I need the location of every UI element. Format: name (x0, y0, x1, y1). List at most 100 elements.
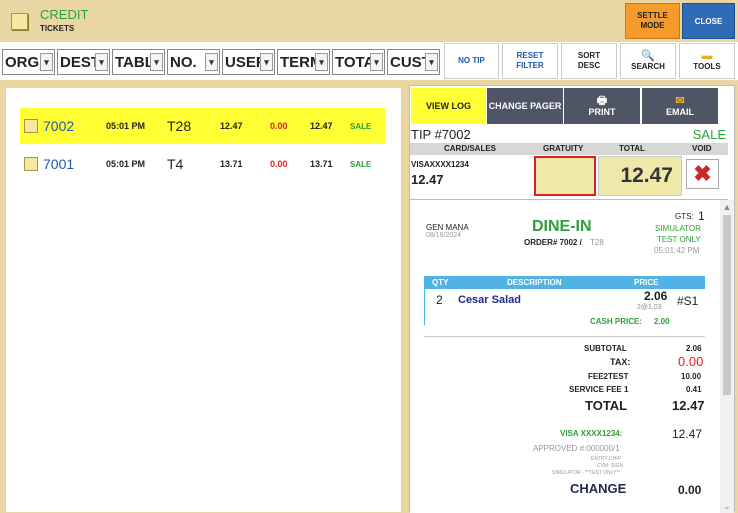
order-table: T28 (590, 238, 604, 247)
filter-customer[interactable]: CUST ▾ (387, 49, 440, 75)
reset-filter-label: RESET FILTER (516, 51, 544, 70)
print-button[interactable]: 🖶 PRINT (564, 88, 641, 124)
order-type: DINE-IN (532, 218, 592, 235)
card-amount: 12.47 (411, 172, 444, 187)
order-number: ORDER# 7002 / (524, 238, 582, 247)
email-button[interactable]: ✉ EMAIL (642, 88, 719, 124)
cvm-method: CVM: SIGN (597, 463, 624, 469)
settle-mode-button[interactable]: SETTLE MODE (625, 3, 680, 39)
filter-label: NO. (170, 53, 197, 71)
ticket-tip: 0.00 (270, 121, 288, 131)
test-only-label: TEST ONLY (657, 235, 701, 244)
chevron-down-icon[interactable]: ⌄ (720, 499, 734, 513)
change-label: CHANGE (570, 481, 627, 496)
gratuity-input[interactable] (534, 156, 596, 196)
cash-price-label: CASH PRICE: (590, 317, 643, 326)
reset-filter-button[interactable]: RESET FILTER (502, 43, 558, 79)
ticket-status: SALE (350, 159, 372, 169)
cash-price-value: 2.00 (654, 317, 670, 326)
column-void: VOID (692, 144, 712, 153)
filter-dest[interactable]: DEST ▾ (57, 49, 110, 75)
ticket-detail-panel: VIEW LOG CHANGE PAGER 🖶 PRINT ✉ EMAIL TIP … (409, 85, 735, 513)
card-number: VISAXXXX1234 (411, 160, 469, 169)
subtotal-value: 2.06 (686, 344, 702, 353)
ticket-number: 7001 (43, 156, 75, 172)
tab-view-log[interactable]: VIEW LOG (411, 88, 487, 124)
ticket-row[interactable]: 7002 05:01 PM T28 12.47 0.00 12.47 SALE (20, 108, 385, 144)
item-border (424, 289, 425, 325)
page-title: CREDIT (40, 7, 89, 22)
chevron-up-icon[interactable]: ▲ (720, 200, 734, 214)
ticket-tip: 0.00 (270, 159, 288, 169)
receipt-time: 05:01:42 PM (654, 246, 700, 255)
filter-total[interactable]: TOTA ▾ (332, 49, 385, 75)
no-tip-button[interactable]: NO TIP (444, 43, 499, 79)
filter-user[interactable]: USER ▾ (222, 49, 275, 75)
item-qty: 2 (436, 293, 443, 307)
void-button[interactable]: ✖ (686, 159, 719, 189)
sort-desc-button[interactable]: SORT DESC (561, 43, 617, 79)
column-card-sales: CARD/SALES (444, 144, 497, 153)
receipt-scrollbar[interactable]: ▲ ⌄ (720, 200, 734, 513)
change-pager-label: CHANGE PAGER (488, 101, 562, 111)
tools-button[interactable]: ▬ TOOLS (679, 43, 735, 79)
filter-number[interactable]: NO. ▾ (167, 49, 220, 75)
envelope-icon: ✉ (675, 94, 685, 107)
subtotal-label: SUBTOTAL (584, 344, 627, 353)
filter-org[interactable]: ORG ▾ (2, 49, 55, 75)
chevron-down-icon: ▾ (205, 53, 218, 71)
status-badge: SALE (692, 127, 726, 142)
simulator-note: SIMULATOR - **TEST ONLY** (552, 470, 621, 476)
chevron-down-icon: ▾ (150, 53, 163, 71)
filter-table[interactable]: TABL ▾ (112, 49, 165, 75)
sort-desc-label: SORT DESC (577, 51, 601, 70)
ticket-amount: 13.71 (220, 159, 243, 169)
ticket-list: 7002 05:01 PM T28 12.47 0.00 12.47 SALE … (6, 88, 401, 512)
no-tip-label: NO TIP (458, 56, 485, 65)
tip-number: TIP #7002 (411, 127, 471, 142)
toolbox-icon: ▬ (701, 49, 713, 62)
item-seat: #S1 (677, 294, 699, 308)
search-icon: 🔍 (641, 49, 655, 62)
scrollbar-thumb[interactable] (723, 215, 731, 395)
filter-bar: ORG ▾ DEST ▾ TABL ▾ NO. ▾ USER ▾ TERM ▾ TOTA ▾ … (0, 42, 738, 80)
server-name: GEN MANA (426, 223, 469, 232)
column-price: PRICE (634, 278, 659, 287)
email-label: EMAIL (666, 106, 694, 117)
column-total: TOTAL (619, 144, 645, 153)
item-unit-price: 2@1.03 (637, 304, 662, 311)
tip-line: TIP #7002 SALE (410, 126, 728, 144)
chevron-down-icon: ▾ (315, 53, 328, 71)
filter-label: TOTA (335, 53, 375, 71)
filter-label: DEST (60, 53, 101, 71)
divider (424, 336, 705, 337)
ticket-total: 12.47 (310, 121, 333, 131)
total-value: 12.47 (672, 398, 705, 413)
tax-value: 0.00 (678, 354, 704, 369)
service-fee-value: 0.41 (686, 385, 702, 394)
top-bar: CREDIT TICKETS SETTLE MODE CLOSE (0, 0, 738, 42)
close-button[interactable]: CLOSE (682, 3, 735, 39)
ticket-number: 7002 (43, 118, 75, 134)
tab-change-pager[interactable]: CHANGE PAGER (487, 88, 564, 124)
chevron-down-icon: ▾ (260, 53, 273, 71)
ticket-time: 05:01 PM (106, 121, 146, 131)
ticket-table: T4 (167, 156, 184, 172)
gts-label: GTS: (675, 212, 694, 221)
fee-label: FEE2TEST (588, 372, 629, 381)
note-icon (11, 13, 28, 30)
search-button[interactable]: 🔍 SEARCH (620, 43, 676, 79)
payment-row: VISAXXXX1234 12.47 12.47 ✖ (410, 155, 728, 198)
filter-term[interactable]: TERM ▾ (277, 49, 330, 75)
note-icon (24, 157, 38, 171)
payment-label: VISA XXXX1234: (560, 429, 623, 438)
change-value: 0.00 (678, 483, 702, 497)
ticket-row[interactable]: 7001 05:01 PM T4 13.71 0.00 13.71 SALE (20, 146, 385, 182)
fee-value: 10.00 (681, 372, 702, 381)
chevron-down-icon: ▾ (95, 53, 108, 71)
ticket-table: T28 (167, 118, 192, 134)
chevron-down-icon: ▾ (370, 53, 383, 71)
main-area: 7002 05:01 PM T28 12.47 0.00 12.47 SALE … (0, 80, 738, 513)
approval-code: APPROVED #:000000/1 (533, 444, 620, 453)
total-label: TOTAL (585, 398, 628, 413)
